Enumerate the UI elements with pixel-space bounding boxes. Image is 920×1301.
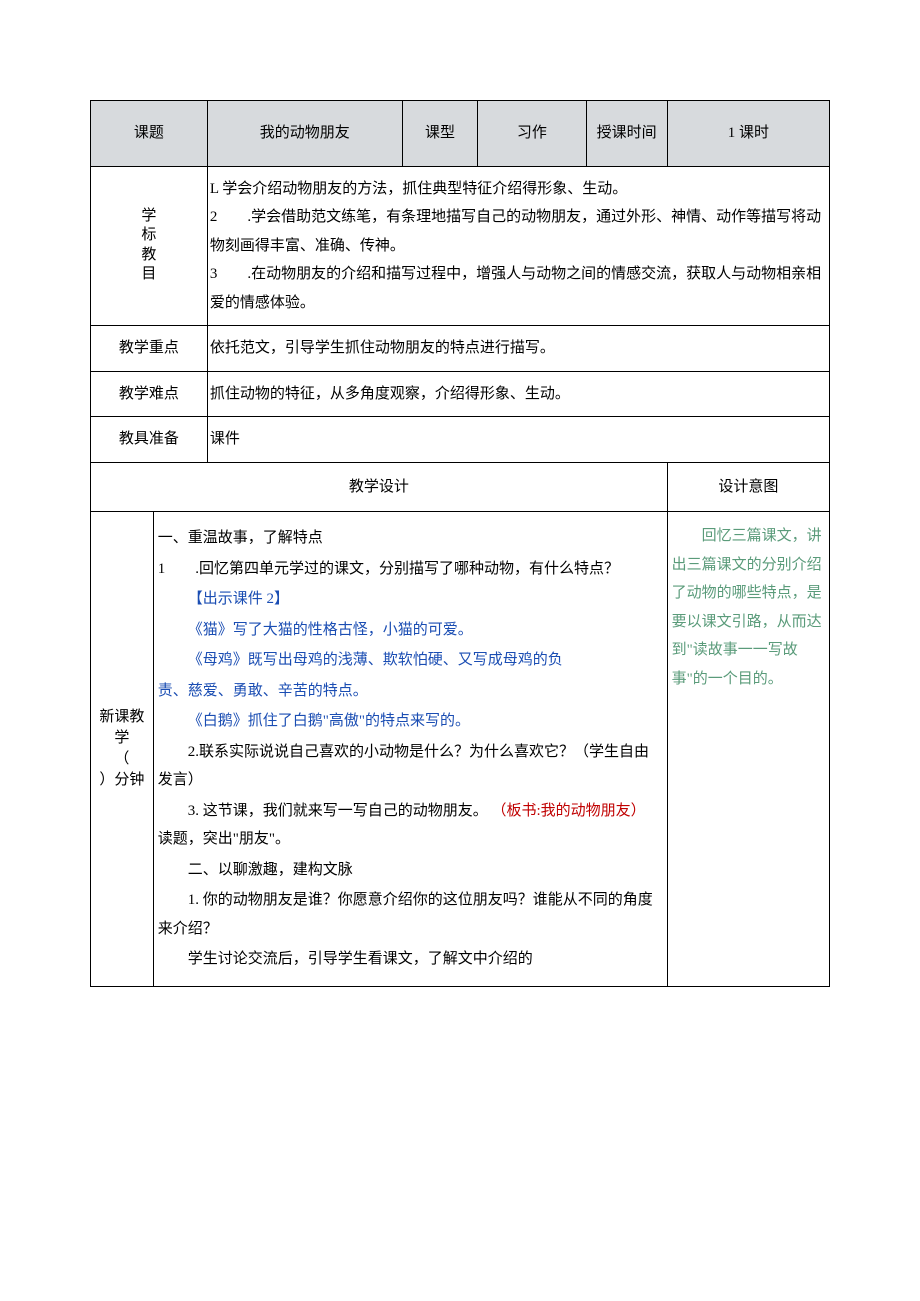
header-row: 课题 我的动物朋友 课型 习作 授课时间 1 课时 bbox=[91, 101, 830, 167]
header-type-value: 习作 bbox=[478, 101, 586, 167]
header-time-label: 授课时间 bbox=[586, 101, 667, 167]
section-2-title: 二、以聊激趣，建构文脉 bbox=[158, 856, 663, 885]
main-p6c: 读题，突出"朋友"。 bbox=[158, 831, 290, 847]
prep-text: 课件 bbox=[207, 417, 829, 463]
header-type-label: 课型 bbox=[402, 101, 478, 167]
main-p2: 《猫》写了大猫的性格古怪，小猫的可爱。 bbox=[158, 616, 663, 645]
keypoint-label: 教学重点 bbox=[91, 326, 208, 372]
difficulty-row: 教学难点 抓住动物的特征，从多角度观察，介绍得形象、生动。 bbox=[91, 371, 830, 417]
design-left-header: 教学设计 bbox=[91, 462, 668, 512]
design-right-header: 设计意图 bbox=[667, 462, 829, 512]
design-intent-content: 回忆三篇课文，讲出三篇课文的分别介绍了动物的哪些特点，是要以课文引路，从而达到"… bbox=[667, 512, 829, 987]
main-p1: 1 .回忆第四单元学过的课文，分别描写了哪种动物，有什么特点？ bbox=[158, 555, 663, 584]
keypoint-text: 依托范文，引导学生抓住动物朋友的特点进行描写。 bbox=[207, 326, 829, 372]
main-p6b: （板书:我的动物朋友） bbox=[492, 803, 646, 819]
keypoint-row: 教学重点 依托范文，引导学生抓住动物朋友的特点进行描写。 bbox=[91, 326, 830, 372]
header-time-value: 1 课时 bbox=[667, 101, 829, 167]
design-header-row: 教学设计 设计意图 bbox=[91, 462, 830, 512]
difficulty-text: 抓住动物的特征，从多角度观察，介绍得形象、生动。 bbox=[207, 371, 829, 417]
objectives-label: 学标教目 bbox=[91, 166, 208, 326]
objective-2: 2 .学会借助范文练笔，有条理地描写自己的动物朋友，通过外形、神情、动作等描写将… bbox=[210, 203, 825, 260]
left-section-label: 新课教学（）分钟 bbox=[91, 512, 154, 987]
section-1-title: 一、重温故事，了解特点 bbox=[158, 524, 663, 553]
main-p7: 1. 你的动物朋友是谁？你愿意介绍你的这位朋友吗？谁能从不同的角度来介绍？ bbox=[158, 886, 663, 943]
prep-row: 教具准备 课件 bbox=[91, 417, 830, 463]
main-p3b: 责、慈爱、勇敢、辛苦的特点。 bbox=[158, 677, 663, 706]
teaching-design-content: 一、重温故事，了解特点 1 .回忆第四单元学过的课文，分别描写了哪种动物，有什么… bbox=[153, 512, 667, 987]
objectives-content: L 学会介绍动物朋友的方法，抓住典型特征介绍得形象、生动。 2 .学会借助范文练… bbox=[207, 166, 829, 326]
difficulty-label: 教学难点 bbox=[91, 371, 208, 417]
main-p5: 2.联系实际说说自己喜欢的小动物是什么？为什么喜欢它？（学生自由发言） bbox=[158, 738, 663, 795]
objective-3: 3 .在动物朋友的介绍和描写过程中，增强人与动物之间的情感交流，获取人与动物相亲… bbox=[210, 260, 825, 317]
main-content-row: 新课教学（）分钟 一、重温故事，了解特点 1 .回忆第四单元学过的课文，分别描写… bbox=[91, 512, 830, 987]
header-topic-label: 课题 bbox=[91, 101, 208, 167]
main-p8: 学生讨论交流后，引导学生看课文，了解文中介绍的 bbox=[158, 945, 663, 974]
lesson-plan-table: 课题 我的动物朋友 课型 习作 授课时间 1 课时 学标教目 L 学会介绍动物朋… bbox=[90, 100, 830, 987]
objective-1: L 学会介绍动物朋友的方法，抓住典型特征介绍得形象、生动。 bbox=[210, 175, 825, 204]
main-p3a: 《母鸡》既写出母鸡的浅薄、欺软怕硬、又写成母鸡的负 bbox=[158, 646, 663, 675]
header-topic-value: 我的动物朋友 bbox=[207, 101, 402, 167]
main-p6: 3. 这节课，我们就来写一写自己的动物朋友。 （板书:我的动物朋友） 读题，突出… bbox=[158, 797, 663, 854]
main-p4: 《白鹅》抓住了白鹅"高傲"的特点来写的。 bbox=[158, 707, 663, 736]
objectives-row: 学标教目 L 学会介绍动物朋友的方法，抓住典型特征介绍得形象、生动。 2 .学会… bbox=[91, 166, 830, 326]
main-p6a: 3. 这节课，我们就来写一写自己的动物朋友。 bbox=[188, 803, 488, 819]
slide-ref: 【出示课件 2】 bbox=[158, 585, 663, 614]
intent-p1: 回忆三篇课文，讲出三篇课文的分别介绍了动物的哪些特点，是要以课文引路，从而达到"… bbox=[672, 522, 825, 693]
prep-label: 教具准备 bbox=[91, 417, 208, 463]
